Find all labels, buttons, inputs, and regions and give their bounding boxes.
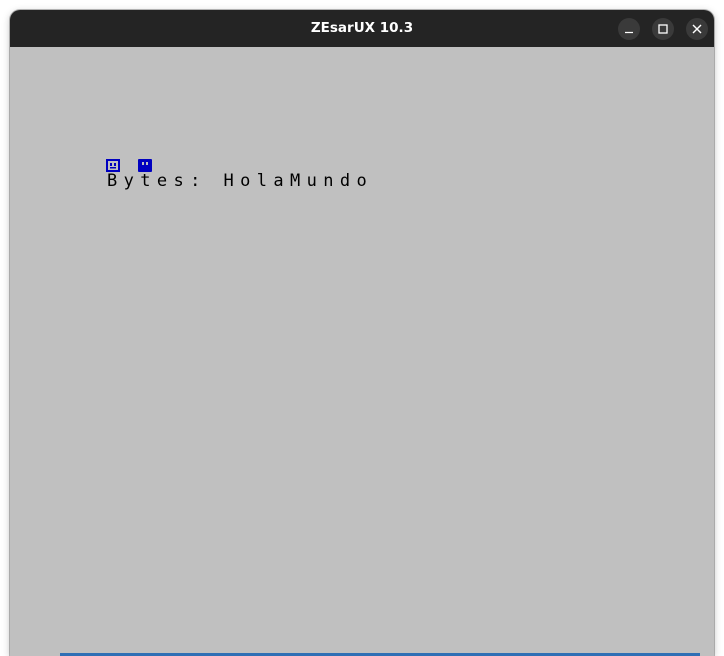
window-title: ZEsarUX 10.3: [310, 20, 414, 36]
emulator-window: ZEsarUX 10.3 Bytes: HolaMundo: [10, 10, 714, 656]
close-button[interactable]: [686, 18, 708, 40]
emulator-screen[interactable]: Bytes: HolaMundo: [10, 47, 714, 656]
title-bar[interactable]: ZEsarUX 10.3: [10, 10, 714, 48]
maximize-button[interactable]: [652, 18, 674, 40]
minimize-button[interactable]: [618, 18, 640, 40]
screen-text: Bytes: HolaMundo: [107, 171, 374, 191]
close-icon: [692, 24, 702, 34]
maximize-icon: [658, 24, 668, 34]
minimize-icon: [625, 31, 633, 34]
